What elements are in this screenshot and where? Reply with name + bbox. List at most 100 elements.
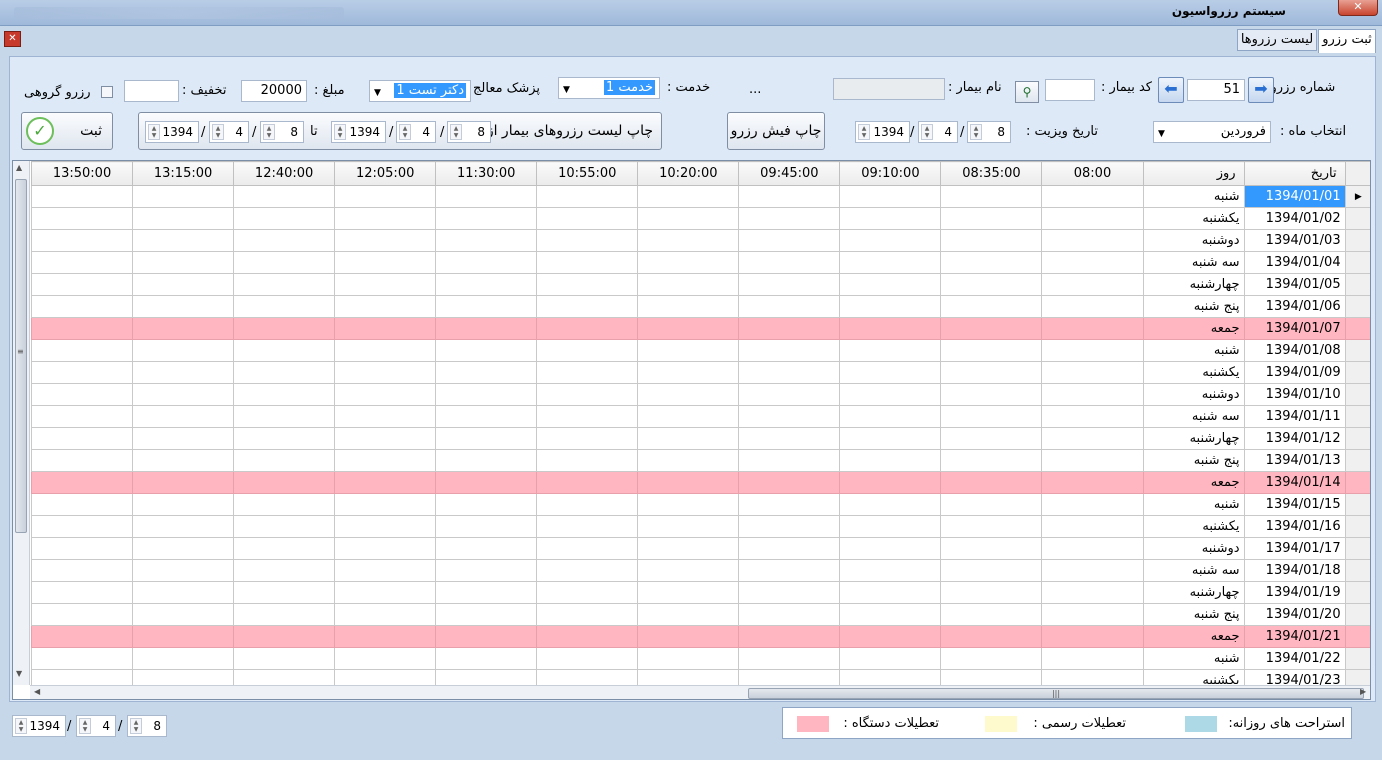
time-slot-cell[interactable] [233, 361, 336, 384]
time-slot-cell[interactable] [738, 515, 841, 538]
date-cell[interactable]: 1394/01/05 [1243, 273, 1346, 296]
reserve-number-field[interactable]: 51 [1187, 79, 1245, 101]
time-slot-cell[interactable] [536, 317, 639, 340]
time-slot-cell[interactable] [334, 361, 437, 384]
time-slot-cell[interactable] [839, 273, 942, 296]
day-cell[interactable]: شنبه [1142, 339, 1245, 362]
time-slot-cell[interactable] [132, 515, 235, 538]
time-slot-cell[interactable] [536, 537, 639, 560]
day-cell[interactable]: دوشنبه [1142, 537, 1245, 560]
print-list-button[interactable]: چاپ لیست رزروهای بیمار از [487, 113, 653, 149]
date-cell[interactable]: 1394/01/12 [1243, 427, 1346, 450]
time-slot-cell[interactable] [132, 449, 235, 472]
time-slot-cell[interactable] [233, 273, 336, 296]
date-cell[interactable]: 1394/01/04 [1243, 251, 1346, 274]
amount-field[interactable]: 20000 [241, 80, 307, 102]
time-slot-cell[interactable] [435, 449, 538, 472]
time-slot-cell[interactable] [334, 559, 437, 582]
visit-year-stepper[interactable]: ▲ ▼ 1394 [855, 121, 910, 143]
stepper-arrows-icon[interactable]: ▲ ▼ [130, 718, 142, 734]
time-slot-cell[interactable] [839, 295, 942, 318]
stepper-arrows-icon[interactable]: ▲ ▼ [79, 718, 91, 734]
table-row[interactable]: دوشنبه 1394/01/17 [30, 537, 1370, 560]
tab-reserve-list[interactable]: لیست رزروها [1237, 29, 1317, 51]
time-slot-cell[interactable] [940, 405, 1043, 428]
time-slot-cell[interactable] [30, 537, 134, 560]
day-cell[interactable]: یکشنبه [1142, 207, 1245, 230]
time-slot-cell[interactable] [435, 493, 538, 516]
date-cell[interactable]: 1394/01/02 [1243, 207, 1346, 230]
time-slot-cell[interactable] [132, 493, 235, 516]
day-cell[interactable]: یکشنبه [1142, 361, 1245, 384]
time-slot-cell[interactable] [940, 383, 1043, 406]
time-slot-cell[interactable] [334, 493, 437, 516]
row-selector[interactable] [1344, 625, 1370, 648]
table-row[interactable]: شنبه 1394/01/22 [30, 647, 1370, 670]
time-slot-cell[interactable] [738, 405, 841, 428]
date-cell[interactable]: 1394/01/07 [1243, 317, 1346, 340]
time-slot-cell[interactable] [233, 559, 336, 582]
time-slot-cell[interactable] [637, 515, 740, 538]
time-slot-cell[interactable] [738, 625, 841, 648]
from-month-stepper[interactable]: ▲ ▼ 4 [396, 121, 436, 143]
time-slot-cell[interactable] [738, 317, 841, 340]
window-close-button[interactable]: ✕ [1338, 0, 1378, 16]
vertical-scrollbar[interactable]: ▲ ≡ ▼ [13, 161, 30, 685]
day-cell[interactable]: پنج شنبه [1142, 295, 1245, 318]
time-slot-cell[interactable] [738, 361, 841, 384]
time-slot-cell[interactable] [940, 515, 1043, 538]
time-slot-cell[interactable] [940, 251, 1043, 274]
row-selector[interactable] [1344, 449, 1370, 472]
table-row[interactable]: دوشنبه 1394/01/10 [30, 383, 1370, 406]
time-slot-cell[interactable] [1041, 361, 1144, 384]
time-slot-cell[interactable] [738, 339, 841, 362]
time-slot-cell[interactable] [1041, 537, 1144, 560]
time-slot-cell[interactable] [839, 229, 942, 252]
row-selector[interactable] [1344, 339, 1370, 362]
time-slot-cell[interactable] [1041, 647, 1144, 670]
table-row[interactable]: چهارشنبه 1394/01/19 [30, 581, 1370, 604]
day-cell[interactable]: دوشنبه [1142, 229, 1245, 252]
time-slot-cell[interactable] [738, 471, 841, 494]
day-cell[interactable]: یکشنبه [1142, 515, 1245, 538]
day-cell[interactable]: چهارشنبه [1142, 581, 1245, 604]
time-slot-cell[interactable] [1041, 559, 1144, 582]
table-row[interactable]: پنج شنبه 1394/01/06 [30, 295, 1370, 318]
date-cell[interactable]: 1394/01/22 [1243, 647, 1346, 670]
time-slot-cell[interactable] [839, 603, 942, 626]
time-slot-cell[interactable] [536, 515, 639, 538]
table-row[interactable]: سه شنبه 1394/01/04 [30, 251, 1370, 274]
time-slot-cell[interactable] [839, 361, 942, 384]
time-slot-cell[interactable] [435, 361, 538, 384]
row-selector[interactable] [1344, 251, 1370, 274]
time-slot-cell[interactable] [839, 515, 942, 538]
time-slot-cell[interactable] [435, 559, 538, 582]
print-receipt-button[interactable]: چاپ فیش رزرو [727, 112, 825, 150]
time-slot-cell[interactable] [1041, 185, 1144, 208]
time-slot-cell[interactable] [940, 295, 1043, 318]
visit-month-stepper[interactable]: ▲ ▼ 4 [918, 121, 958, 143]
column-header-time[interactable]: 10:20:00 [637, 161, 740, 186]
time-slot-cell[interactable] [233, 625, 336, 648]
time-slot-cell[interactable] [233, 537, 336, 560]
time-slot-cell[interactable] [30, 427, 134, 450]
time-slot-cell[interactable] [637, 361, 740, 384]
time-slot-cell[interactable] [233, 405, 336, 428]
time-slot-cell[interactable] [637, 647, 740, 670]
time-slot-cell[interactable] [30, 647, 134, 670]
time-slot-cell[interactable] [435, 471, 538, 494]
time-slot-cell[interactable] [738, 273, 841, 296]
date-cell[interactable]: 1394/01/15 [1243, 493, 1346, 516]
day-cell[interactable]: دوشنبه [1142, 383, 1245, 406]
time-slot-cell[interactable] [839, 339, 942, 362]
time-slot-cell[interactable] [1041, 207, 1144, 230]
time-slot-cell[interactable] [233, 185, 336, 208]
time-slot-cell[interactable] [435, 427, 538, 450]
time-slot-cell[interactable] [435, 207, 538, 230]
date-cell[interactable]: 1394/01/03 [1243, 229, 1346, 252]
time-slot-cell[interactable] [233, 427, 336, 450]
time-slot-cell[interactable] [536, 251, 639, 274]
time-slot-cell[interactable] [334, 603, 437, 626]
stepper-arrows-icon[interactable]: ▲ ▼ [334, 124, 346, 140]
day-cell[interactable]: پنج شنبه [1142, 449, 1245, 472]
